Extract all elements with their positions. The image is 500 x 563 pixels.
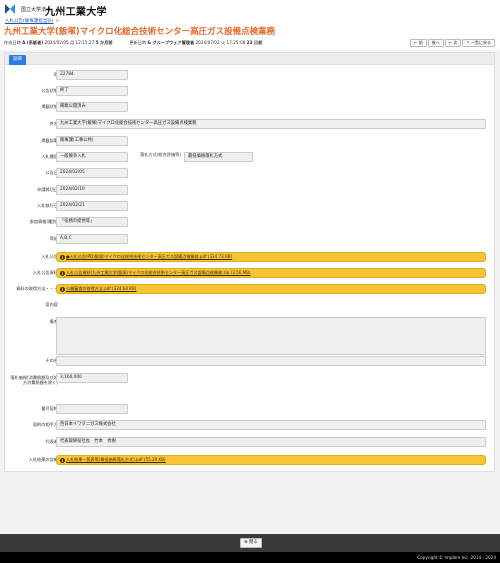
remarks-field [56,317,486,355]
field-label: その他 [45,358,58,363]
back-button[interactable]: 後へ [427,39,444,47]
copyright: Copyright © Implem Inc. 2014 - 2024 [0,552,500,563]
created-label: 作成日時 [4,40,21,45]
download-icon: ⬇ [60,286,65,292]
notice-file-link[interactable]: ●入札公告(PD)飯塚)マイクロ化総合技術センター高圧ガス設備点検業務.pdf … [66,254,232,259]
field-label: 入札執行日 [37,203,58,208]
q-attachment[interactable]: ⬇ 公開審査の取得方法.pdf (324.64 KB) [56,284,486,294]
other-field [56,356,486,366]
deadline-field: 2024/02/19 [56,185,128,195]
field-label: 入札種別 [41,154,58,159]
field-label: 件名 [49,121,58,126]
download-icon: ⬇ [60,457,65,463]
price-field: 3,160,000 [56,373,128,383]
award-method-field: 最低価格落札方式 [184,152,253,162]
category-field: 飯塚課(工事公共) [56,136,128,146]
qualification-field: 「役務の提供等」 [56,217,128,227]
spec-file-link[interactable]: 入札公告資料(九州工業大学(飯塚)マイクロ化総合技術センター高圧ガス設備点検業務… [66,270,251,275]
header: 国立大学法人 九州工業大学 入札公告(飯塚課担当分) > 九州工業大学(飯塚)マイ… [0,0,500,50]
field-label: 掲載状態 [41,104,58,109]
breadcrumb-link[interactable]: 入札公告(飯塚課担当分) [5,19,54,24]
prev-button[interactable]: ← 前 [410,39,427,47]
download-icon: ⬇ [60,270,65,276]
field-label: 公告状態 [41,88,58,93]
tab-bar: 詳細 [5,53,494,65]
field-label: 番号契約 [41,406,58,411]
contractor-field: 西日本イワタニガス株式会社 [56,420,486,430]
updated-date: 2024/07/02 火 17:25:08 [195,40,246,45]
representative-field: 代表取締役社長 竹本 秀樹 [56,437,486,447]
created-ago: 5 か月前 [95,40,113,45]
created-by[interactable]: A (系飯者) [22,40,43,45]
field-label: 掲載部署 [41,138,58,143]
tab-detail[interactable]: 詳細 [9,55,26,65]
download-icon: ⬇ [60,254,65,260]
publish-field: 掲載公開済み [56,102,128,112]
back-to-list-button[interactable]: ↑ 一覧に戻る [462,39,495,47]
field-label: 入札公告資料 [32,270,58,275]
spec-attachment[interactable]: ⬇ 入札公告資料(九州工業大学(飯塚)マイクロ化総合技術センター高圧ガス設備点検業… [56,268,486,278]
subject-field: 九州工業大学(飯塚)マイクロ化総合技術センター高圧ガス設備点検業務 [56,119,486,129]
field-label: 資料の取得方法・・・ [16,286,58,291]
grade-field: A,B,C [56,234,128,244]
university-logo[interactable]: 国立大学法人 九州工業大学 [4,3,144,18]
field-label: 参加資格(種別) [29,219,58,224]
page: 国立大学法人 九州工業大学 入札公告(飯塚課担当分) > 九州工業大学(飯塚)マイ… [0,0,500,563]
q-file-link[interactable]: 公開審査の取得方法.pdf (324.64 KB) [66,286,136,291]
id-field: 22784 [56,70,128,80]
field-label: 落札方式(総合評価等) [140,152,181,157]
detail-panel: 詳細 ID 22784 公告状態 終了 掲載状態 掲載公開済み 件名 九州工業大… [4,52,495,472]
result-attachment[interactable]: ⬇ 入札結果一覧表等(最低価格落札方式).pdf (55.29 KB) [56,455,486,465]
logo-text: 九州工業大学 [45,7,107,18]
close-label: 閉る [248,540,258,545]
logo-mark-icon [5,4,15,14]
page-title: 九州工業大学(飯塚)マイクロ化総合技術センター高圧ガス設備点検業務 [4,27,276,37]
breadcrumb: 入札公告(飯塚課担当分) > [5,18,59,24]
field-label: 入札公告 [41,254,58,259]
bid-date-field: 2024/02/21 [56,201,128,211]
bid-type-field: 一般競争入札 [56,152,128,162]
updated-ago: 23 日前 [246,40,263,45]
field-label: 案内容 [45,302,58,307]
field-label: 入札結果の詳細 [28,457,58,462]
close-icon: ⊗ [244,540,248,545]
field-label: ID [10,72,58,77]
updated-by[interactable]: & グループウェア管理者 [147,40,194,45]
close-button[interactable]: ⊗ 閉る [240,538,262,548]
field-label: 等級 [49,236,58,241]
field-label: 公告日 [45,170,58,175]
field-label: 落札価格(消費税額及び地方消費税額を除く) [10,375,58,385]
record-meta: 作成日時 A (系飯者) 2024/02/05 月 12:15:27 5 か月前… [4,40,262,46]
notice-attachment[interactable]: ⬇ ●入札公告(PD)飯塚)マイクロ化総合技術センター高圧ガス設備点検業務.pdf… [56,252,486,262]
nav-toolbar: ← 前 後へ ← 次 ↑ 一覧に戻る [410,39,495,47]
field-label: 契約の相手方 [32,422,58,427]
status-field: 終了 [56,86,128,96]
contract-date-field [56,404,128,414]
field-label: 申請締切日 [37,187,58,192]
result-file-link[interactable]: 入札結果一覧表等(最低価格落札方式).pdf (55.29 KB) [66,457,166,462]
created-date: 2024/02/05 月 12:15:27 [44,40,95,45]
field-label: 備考 [49,319,58,324]
breadcrumb-separator: > [55,19,60,24]
notice-date-field: 2024/02/05 [56,168,128,178]
field-label: 代表者 [45,439,58,444]
updated-label: 更新日時 [129,40,147,45]
next-button[interactable]: ← 次 [444,39,462,47]
